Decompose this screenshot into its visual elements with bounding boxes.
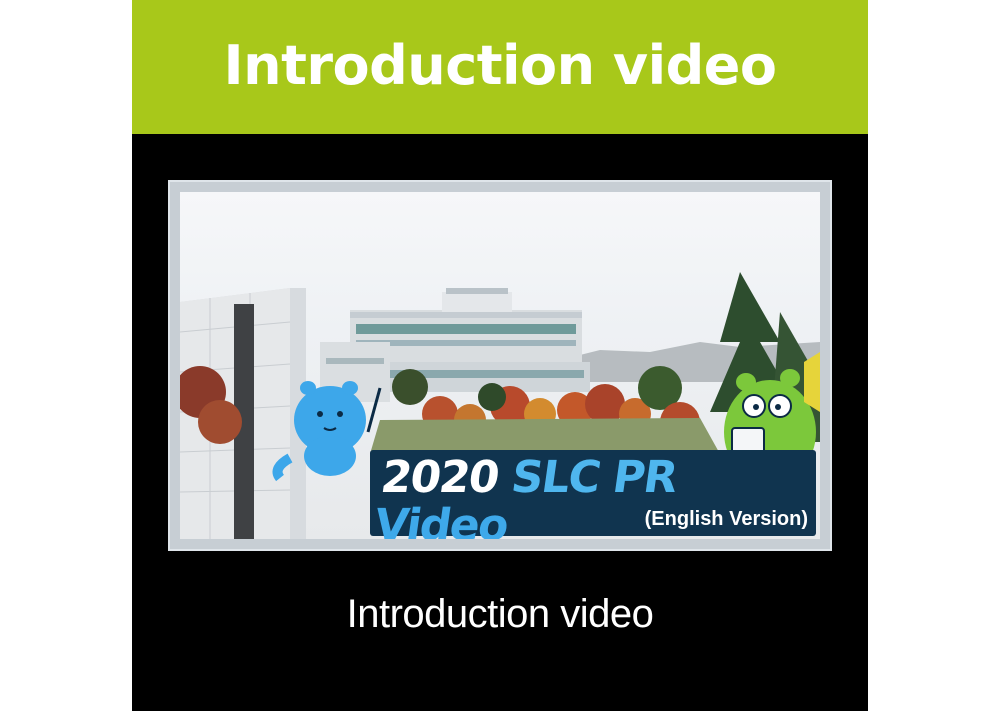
header-title: Introduction video [223, 33, 777, 97]
video-card: Introduction video 2020 SLC PR Video (En… [132, 0, 868, 711]
title-video: Video [371, 500, 511, 539]
title-slc: SLC [508, 452, 603, 503]
video-caption: Introduction video [346, 592, 654, 636]
title-pr: PR [609, 452, 680, 503]
video-thumbnail[interactable]: 2020 SLC PR Video (English Version) [168, 180, 832, 551]
thumbnail-image[interactable]: 2020 SLC PR Video (English Version) [180, 192, 820, 539]
header-banner: Introduction video [132, 0, 868, 134]
thumbnail-subtitle: (English Version) [644, 508, 808, 530]
title-year: 2020 [377, 452, 502, 503]
